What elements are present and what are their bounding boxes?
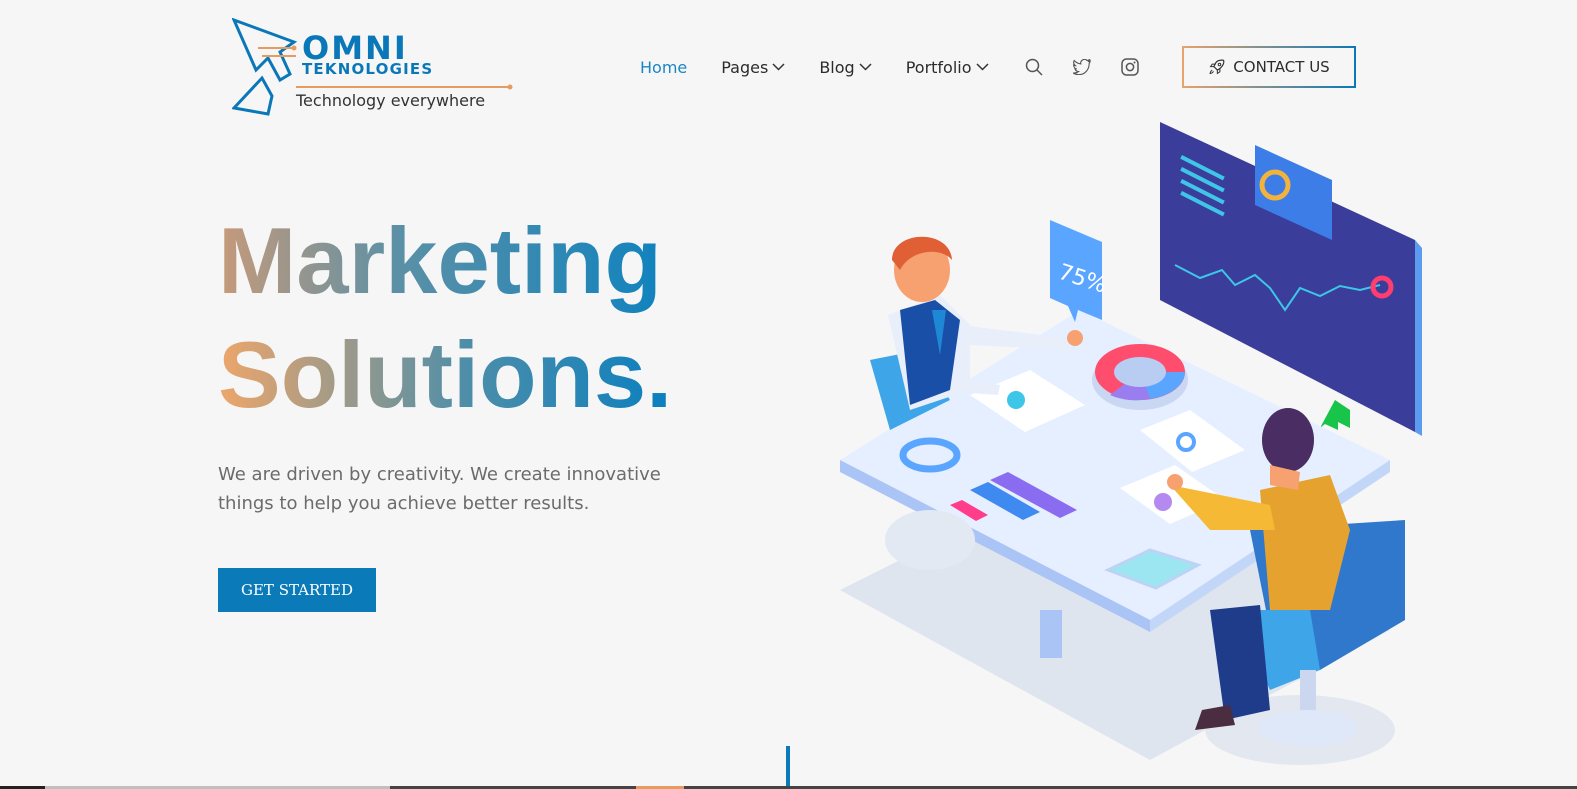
logo-wordmark-sub: TEKNOLOGIES <box>302 60 434 78</box>
hero-subtitle: We are driven by creativity. We create i… <box>218 464 661 514</box>
nav-item-label: Blog <box>819 57 855 77</box>
chevron-down-icon <box>976 63 989 71</box>
nav-item-pages[interactable]: Pages <box>721 58 785 77</box>
contact-us-label: CONTACT US <box>1233 58 1330 76</box>
hero-illustration: 75% <box>840 122 1422 765</box>
chevron-down-icon <box>859 63 872 71</box>
rocket-icon <box>1209 59 1225 74</box>
hero-title-line2: Solutions. <box>218 318 672 432</box>
search-icon[interactable] <box>1023 56 1045 78</box>
main-nav: Home Pages Blog Portfolio <box>640 45 1167 89</box>
contact-us-button[interactable]: CONTACT US <box>1182 46 1356 88</box>
nav-item-blog[interactable]: Blog <box>819 57 872 77</box>
nav-item-label: Home <box>640 57 688 77</box>
logo-divider <box>296 84 513 90</box>
nav-item-label: Portfolio <box>905 57 972 77</box>
get-started-button[interactable]: GET STARTED <box>218 568 376 612</box>
twitter-icon[interactable] <box>1071 56 1093 78</box>
scroll-indicator <box>786 746 790 789</box>
nav-item-label: Pages <box>721 57 769 77</box>
site-logo[interactable]: OMNI TEKNOLOGIES Technology everywhere <box>232 18 517 118</box>
percent-badge: 75% <box>1050 220 1109 322</box>
chevron-down-icon <box>772 63 785 71</box>
instagram-icon[interactable] <box>1119 56 1141 78</box>
hero-title: Marketing Solutions. <box>218 204 672 432</box>
logo-tagline: Technology everywhere <box>296 91 486 110</box>
nav-item-portfolio[interactable]: Portfolio <box>906 58 989 77</box>
hero-title-line1: Marketing <box>218 204 672 318</box>
nav-item-home[interactable]: Home <box>640 58 687 77</box>
